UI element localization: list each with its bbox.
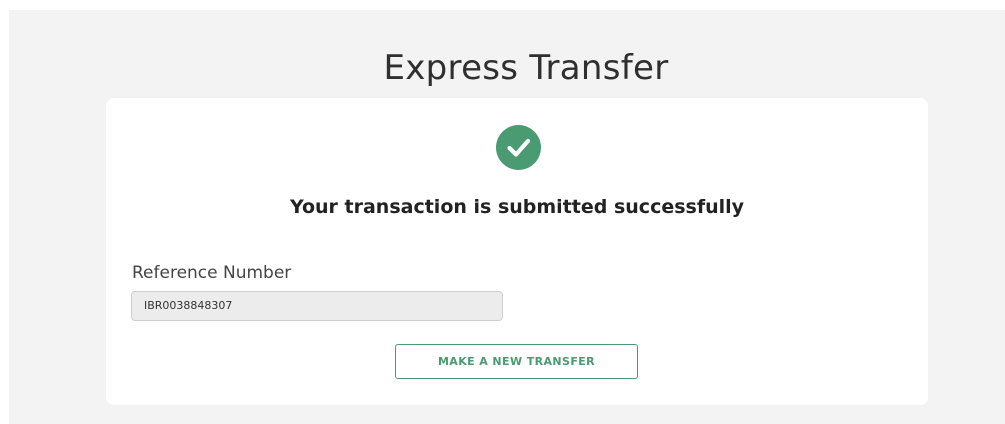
page-background: Express Transfer Your transaction is sub… xyxy=(9,10,1005,424)
reference-number-field[interactable]: IBR0038848307 xyxy=(131,291,503,321)
check-circle-icon xyxy=(496,125,541,170)
success-message: Your transaction is submitted successful… xyxy=(289,196,745,218)
reference-number-label: Reference Number xyxy=(132,263,292,283)
make-new-transfer-button[interactable]: MAKE A NEW TRANSFER xyxy=(395,344,638,379)
confirmation-card: Your transaction is submitted successful… xyxy=(106,98,928,405)
page-title: Express Transfer xyxy=(383,48,669,88)
